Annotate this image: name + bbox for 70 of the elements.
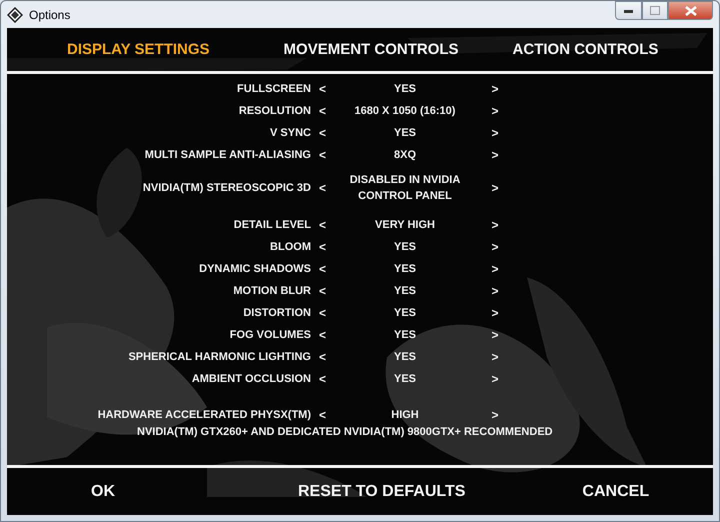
close-icon [684,6,696,16]
close-button[interactable] [668,1,713,20]
setting-label: FULLSCREEN [237,83,312,95]
tab[interactable]: MOVEMENT CONTROLS [282,41,461,58]
setting-value: YES [394,306,416,321]
minimize-button[interactable] [615,1,642,20]
setting-label: NVIDIA(TM) STEREOSCOPIC 3D [142,182,312,194]
next-button[interactable]: > [491,148,498,162]
setting-value: YES [394,262,416,277]
previous-button[interactable]: < [319,104,326,118]
setting-label: AMBIENT OCCLUSION [192,373,312,385]
setting-value: YES [394,328,416,343]
previous-button[interactable]: < [319,181,326,195]
previous-button[interactable]: < [319,218,326,232]
setting-value: YES [394,240,416,255]
setting-value: VERY HIGH [375,218,435,233]
recommendation-text: NVIDIA(TM) GTX260+ AND DEDICATED NVIDIA(TM) 9800GTX+ RECOMMENDED [137,426,554,438]
setting-value: HIGH [391,408,419,423]
next-button[interactable]: > [491,306,498,320]
setting-value: YES [394,82,416,97]
next-button[interactable]: > [491,181,498,195]
setting-label: V SYNC [270,127,312,139]
previous-button[interactable]: < [319,82,326,96]
minimize-icon [624,8,633,12]
tab[interactable]: ACTION CONTROLS [510,41,660,58]
next-button[interactable]: > [491,328,498,342]
setting-value: YES [394,284,416,299]
setting-value: 8XQ [394,148,416,163]
setting-value: YES [394,372,416,387]
dialog-button[interactable]: OK [91,482,115,500]
setting-label: DETAIL LEVEL [234,219,312,231]
setting-label: HARDWARE ACCELERATED PHYSX(TM) [98,409,312,421]
next-button[interactable]: > [491,284,498,298]
previous-button[interactable]: < [319,126,326,140]
setting-label: SPHERICAL HARMONIC LIGHTING [128,351,312,363]
next-button[interactable]: > [491,372,498,386]
setting-value: DISABLED IN NVIDIA CONTROL PANEL [348,173,462,204]
previous-button[interactable]: < [319,372,326,386]
previous-button[interactable]: < [319,350,326,364]
previous-button[interactable]: < [319,306,326,320]
next-button[interactable]: > [491,104,498,118]
previous-button[interactable]: < [319,262,326,276]
setting-label: RESOLUTION [238,105,312,117]
app-icon [7,6,23,22]
next-button[interactable]: > [491,240,498,254]
dialog-button[interactable]: RESET TO DEFAULTS [298,482,466,500]
setting-value: YES [394,350,416,365]
setting-label: DYNAMIC SHADOWS [199,263,312,275]
tab[interactable]: DISPLAY SETTINGS [65,41,212,58]
next-button[interactable]: > [491,218,498,232]
maximize-icon [650,6,660,15]
next-button[interactable]: > [491,350,498,364]
setting-label: BLOOM [270,241,312,253]
next-button[interactable]: > [491,82,498,96]
window-title: Options [29,6,70,24]
setting-label: MOTION BLUR [233,285,312,297]
next-button[interactable]: > [491,126,498,140]
previous-button[interactable]: < [319,148,326,162]
setting-value: YES [394,126,416,141]
dialog-button[interactable]: CANCEL [582,482,650,500]
previous-button[interactable]: < [319,408,326,422]
previous-button[interactable]: < [319,284,326,298]
next-button[interactable]: > [491,408,498,422]
setting-label: MULTI SAMPLE ANTI-ALIASING [144,149,312,161]
next-button[interactable]: > [491,262,498,276]
setting-label: DISTORTION [243,307,312,319]
previous-button[interactable]: < [319,328,326,342]
previous-button[interactable]: < [319,240,326,254]
setting-value: 1680 X 1050 (16:10) [354,104,456,119]
setting-label: FOG VOLUMES [230,329,312,341]
